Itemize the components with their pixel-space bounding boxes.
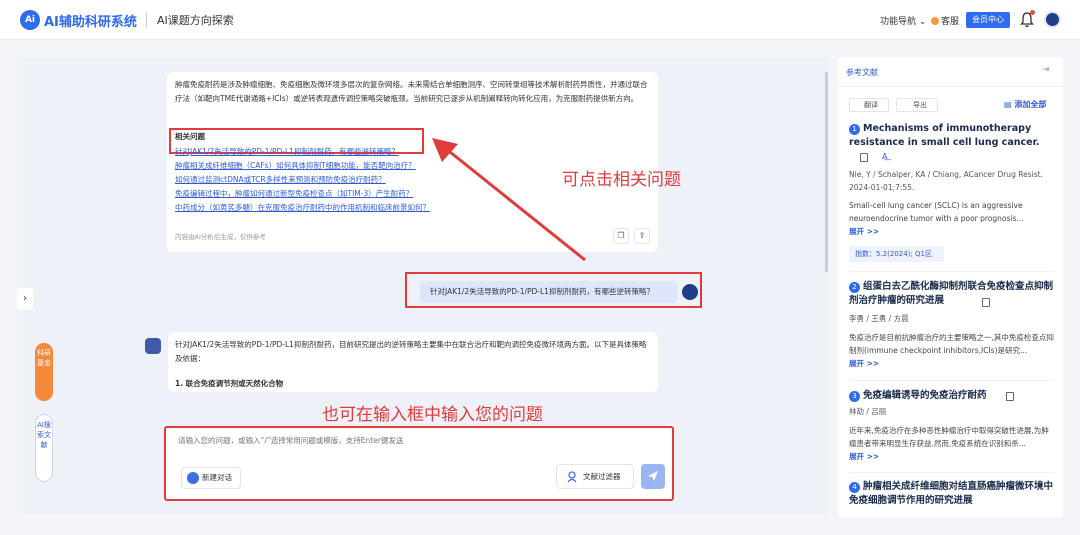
- ref-authors: 李勇 / 王勇 / 方晨: [849, 314, 909, 323]
- literature-filter-label: 文献过滤器: [583, 472, 621, 481]
- references-title: 参考文献: [846, 68, 878, 77]
- header-divider: [146, 12, 147, 28]
- ref-date: 2024-01-01;7:55.: [849, 183, 915, 192]
- expand-link[interactable]: 展开 >>: [849, 358, 879, 369]
- literature-filter-button[interactable]: 文献过滤器: [556, 464, 634, 489]
- send-icon: [648, 471, 658, 481]
- headset-icon: [931, 17, 939, 25]
- ai-literature-search-tab[interactable]: AI搜索文献: [35, 414, 53, 482]
- add-all-button[interactable]: ▤ 添加全部: [1004, 99, 1046, 110]
- chat-scrollbar[interactable]: [825, 72, 828, 272]
- ref-separator: [849, 271, 1054, 272]
- chevron-down-icon: ⌄: [916, 17, 927, 27]
- bot-avatar-icon: [145, 338, 161, 354]
- customer-service-link[interactable]: 客服: [931, 14, 959, 27]
- expand-link[interactable]: 展开 >>: [849, 451, 879, 462]
- chat-input[interactable]: [178, 433, 658, 447]
- ref-title[interactable]: Mechanisms of immunotherapy resistance i…: [849, 122, 1054, 150]
- customer-service-label: 客服: [941, 17, 960, 27]
- copy-icon[interactable]: [860, 153, 868, 162]
- answer-paragraph: 肿瘤免疫耐药是涉及肿瘤细胞、免疫细胞及微环境多层次的复杂网络。未来需结合单细胞测…: [175, 80, 648, 103]
- new-chat-label: 新建对话: [202, 473, 232, 482]
- annotation-clickable-hint: 可点击相关问题: [562, 170, 681, 190]
- document-icon: ▤: [1004, 100, 1015, 109]
- ref-abstract: 免疫治疗是目前抗肿瘤治疗的主要策略之一,其中免疫检查点抑制剂(immune ch…: [849, 333, 1054, 355]
- bot-reply-text: 针对JAK1/2失活导致的PD-1/PD-L1抑制剂耐药，目前研究提出的逆转策略…: [175, 340, 647, 363]
- ref-title[interactable]: 免疫编辑诱导的免疫治疗耐药: [849, 389, 1054, 403]
- ref-abstract: Small-cell lung cancer (SCLC) is an aggr…: [849, 201, 1024, 223]
- add-all-label: 添加全部: [1014, 100, 1047, 109]
- translate-button[interactable]: 翻译: [849, 98, 889, 112]
- ref-authors: Nie, Y / Schalper, KA / Chiang, ACancer …: [849, 170, 1043, 179]
- user-search-icon: [567, 471, 577, 483]
- function-nav-dropdown[interactable]: 功能导航 ⌄: [880, 14, 926, 27]
- collapse-panel-icon[interactable]: ⇥: [1042, 65, 1050, 75]
- copy-icon[interactable]: [1006, 392, 1014, 401]
- new-chat-button[interactable]: 新建对话: [181, 467, 241, 489]
- ref-title[interactable]: 肿瘤相关成纤维细胞对结直肠癌肿瘤微环境中免疫细胞调节作用的研究进展: [849, 480, 1054, 508]
- logo-icon[interactable]: Ai: [20, 10, 40, 30]
- copy-icon[interactable]: ❐: [613, 228, 629, 244]
- user-message-avatar: [682, 284, 698, 300]
- annotation-arrow: [432, 138, 586, 262]
- research-fund-tab[interactable]: 科研基金: [35, 343, 53, 401]
- share-icon[interactable]: ⇪: [634, 228, 650, 244]
- copy-icon[interactable]: [982, 298, 990, 307]
- related-questions-title: 相关问题: [175, 132, 205, 141]
- ref-separator: [849, 472, 1054, 473]
- send-button[interactable]: [641, 464, 665, 489]
- bot-reply-heading: 1. 联合免疫调节剂或天然化合物: [175, 379, 284, 388]
- ref-title[interactable]: 组蛋白去乙酰化酶抑制剂联合免疫检查点抑制剂治疗肿瘤的研究进展: [849, 280, 1054, 308]
- function-nav-label: 功能导航: [880, 17, 917, 27]
- export-button[interactable]: 导出: [896, 98, 938, 112]
- ref-index-badge: 指数：5.2(2024); Q1区: [849, 246, 944, 262]
- brand-title[interactable]: AI辅助科研系统: [44, 11, 137, 30]
- annotation-input-hint: 也可在输入框中输入您的问题: [322, 405, 543, 425]
- notification-dot: [1030, 10, 1035, 15]
- page-title: AI课题方向探索: [157, 14, 234, 27]
- export-label: 导出: [913, 101, 927, 109]
- user-message-bubble: 针对JAK1/2失活导致的PD-1/PD-L1抑制剂耐药，有哪些逆转策略？: [420, 281, 678, 303]
- chat-bubble-icon: [187, 472, 199, 484]
- member-center-button[interactable]: 会员中心: [966, 12, 1010, 28]
- references-divider: [838, 86, 1063, 87]
- expand-sidebar-button[interactable]: ›: [17, 288, 33, 310]
- translate-icon[interactable]: A͟: [882, 152, 887, 161]
- translate-label: 翻译: [864, 101, 878, 109]
- ref-separator: [849, 380, 1054, 381]
- ref-abstract: 近年来,免疫治疗在多种恶性肿瘤治疗中取得突破性进展,为肿瘤患者带来明显生存获益.…: [849, 426, 1049, 448]
- expand-link[interactable]: 展开 >>: [849, 226, 879, 237]
- ai-disclaimer: 内容由AI分析后生成，仅供参考: [175, 233, 266, 241]
- user-avatar[interactable]: [1044, 11, 1061, 28]
- ref-authors: 林劼 / 吕丽: [849, 407, 887, 416]
